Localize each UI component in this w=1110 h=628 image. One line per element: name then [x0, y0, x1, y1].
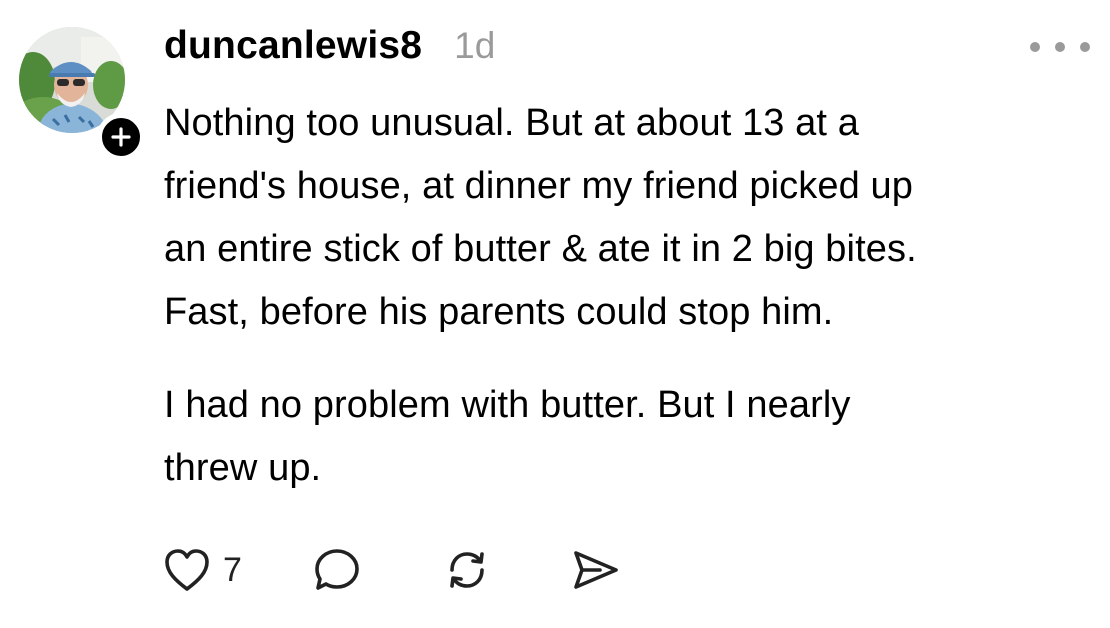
more-dots-icon — [1030, 42, 1040, 52]
repost-icon — [450, 552, 484, 588]
timestamp: 1d — [454, 25, 496, 66]
post-header: duncanlewis8 1d — [164, 24, 495, 68]
share-button[interactable] — [570, 547, 622, 593]
username[interactable]: duncanlewis8 — [164, 24, 422, 68]
like-count: 7 — [223, 550, 242, 589]
post-paragraph: I had no problem with butter. But I near… — [164, 384, 851, 489]
plus-icon — [111, 127, 131, 147]
like-button[interactable]: 7 — [163, 547, 242, 593]
send-icon — [574, 551, 618, 589]
comment-icon — [315, 549, 359, 590]
post-paragraph: Nothing too unusual. But at about 13 at … — [164, 102, 917, 333]
reply-button[interactable] — [312, 546, 362, 594]
heart-icon — [165, 549, 209, 591]
more-dots-icon — [1080, 42, 1090, 52]
action-bar: 7 — [163, 540, 622, 600]
more-dots-icon — [1055, 42, 1065, 52]
repost-button[interactable] — [442, 546, 492, 594]
post-body: Nothing too unusual. But at about 13 at … — [164, 92, 1104, 500]
more-options-button[interactable] — [1030, 36, 1090, 58]
avatar-container — [19, 27, 145, 161]
follow-button[interactable] — [97, 113, 145, 161]
